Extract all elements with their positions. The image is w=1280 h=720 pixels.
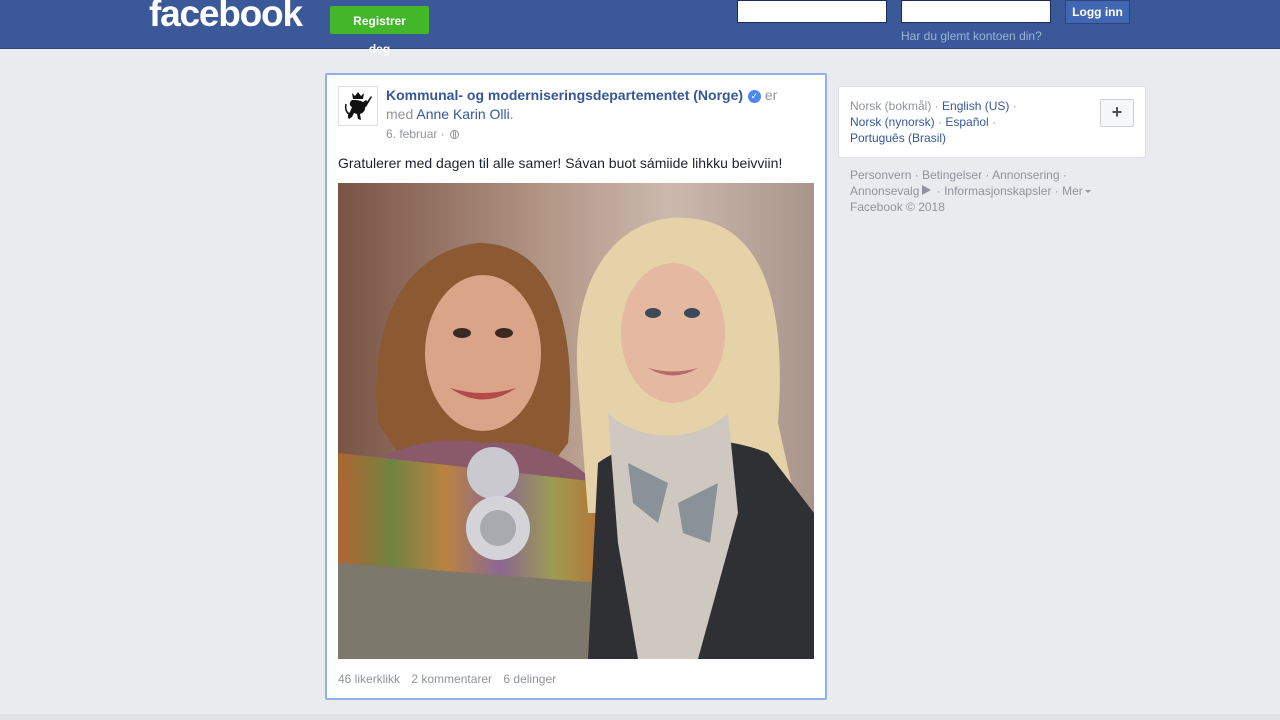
period: . — [509, 106, 514, 122]
top-navigation-bar: facebook Registrer deg Logg inn Har du g… — [0, 0, 1280, 56]
post-text: Gratulerer med dagen til alle samer! Sáv… — [338, 155, 783, 171]
facebook-logo[interactable]: facebook — [149, 0, 303, 36]
post-header: Kommunal- og moderniseringsdepartementet… — [386, 86, 796, 124]
language-link[interactable]: English (US) — [942, 99, 1009, 113]
comments-count[interactable]: 2 kommentarer — [411, 672, 492, 686]
language-link[interactable]: Español — [945, 115, 988, 129]
footer-links: Personvern · Betingelser · Annonsering ·… — [850, 167, 1110, 215]
email-input[interactable] — [737, 0, 887, 23]
photo-two-women — [338, 183, 814, 659]
tagged-person-link[interactable]: Anne Karin Olli — [416, 106, 509, 122]
norwegian-lion-emblem-icon — [344, 92, 372, 120]
language-link[interactable]: Norsk (nynorsk) — [850, 115, 935, 129]
shares-count[interactable]: 6 delinger — [503, 672, 556, 686]
current-language: Norsk (bokmål) — [850, 99, 932, 113]
page-avatar[interactable] — [338, 86, 378, 126]
caret-down-icon — [1084, 190, 1091, 193]
post-photo[interactable] — [338, 183, 814, 659]
bottom-strip — [0, 714, 1280, 720]
separator-dot: · — [440, 127, 449, 141]
add-language-button[interactable]: + — [1100, 99, 1134, 127]
post-stats: 46 likerklikk 2 kommentarer 6 delinger — [338, 672, 564, 686]
password-input[interactable] — [901, 0, 1051, 23]
login-button[interactable]: Logg inn — [1065, 0, 1130, 24]
footer-link-advertising[interactable]: Annonsering — [992, 168, 1059, 182]
register-button[interactable]: Registrer deg — [330, 6, 429, 56]
footer-link-terms[interactable]: Betingelser — [922, 168, 982, 182]
language-link[interactable]: Português (Brasil) — [850, 131, 946, 145]
language-selector-box: Norsk (bokmål) · English (US) · Norsk (n… — [838, 86, 1146, 158]
footer-link-more[interactable]: Mer — [1062, 184, 1083, 198]
adchoices-icon — [922, 185, 932, 195]
copyright: Facebook © 2018 — [850, 200, 945, 214]
likes-count[interactable]: 46 likerklikk — [338, 672, 400, 686]
post-date-link[interactable]: 6. februar — [386, 127, 437, 141]
language-list: Norsk (bokmål) · English (US) · Norsk (n… — [850, 99, 1017, 145]
globe-icon[interactable] — [450, 130, 460, 139]
forgot-account-link[interactable]: Har du glemt kontoen din? — [901, 29, 1042, 43]
post-card: Kommunal- og moderniseringsdepartementet… — [325, 73, 827, 700]
footer-link-adchoices[interactable]: Annonsevalg — [850, 184, 919, 198]
footer-link-privacy[interactable]: Personvern — [850, 168, 911, 182]
page-name-link[interactable]: Kommunal- og moderniseringsdepartementet… — [386, 87, 743, 103]
footer-link-cookies[interactable]: Informasjonskapsler — [944, 184, 1051, 198]
verified-badge-icon: ✓ — [747, 90, 761, 103]
post-meta: 6. februar · — [386, 127, 460, 141]
